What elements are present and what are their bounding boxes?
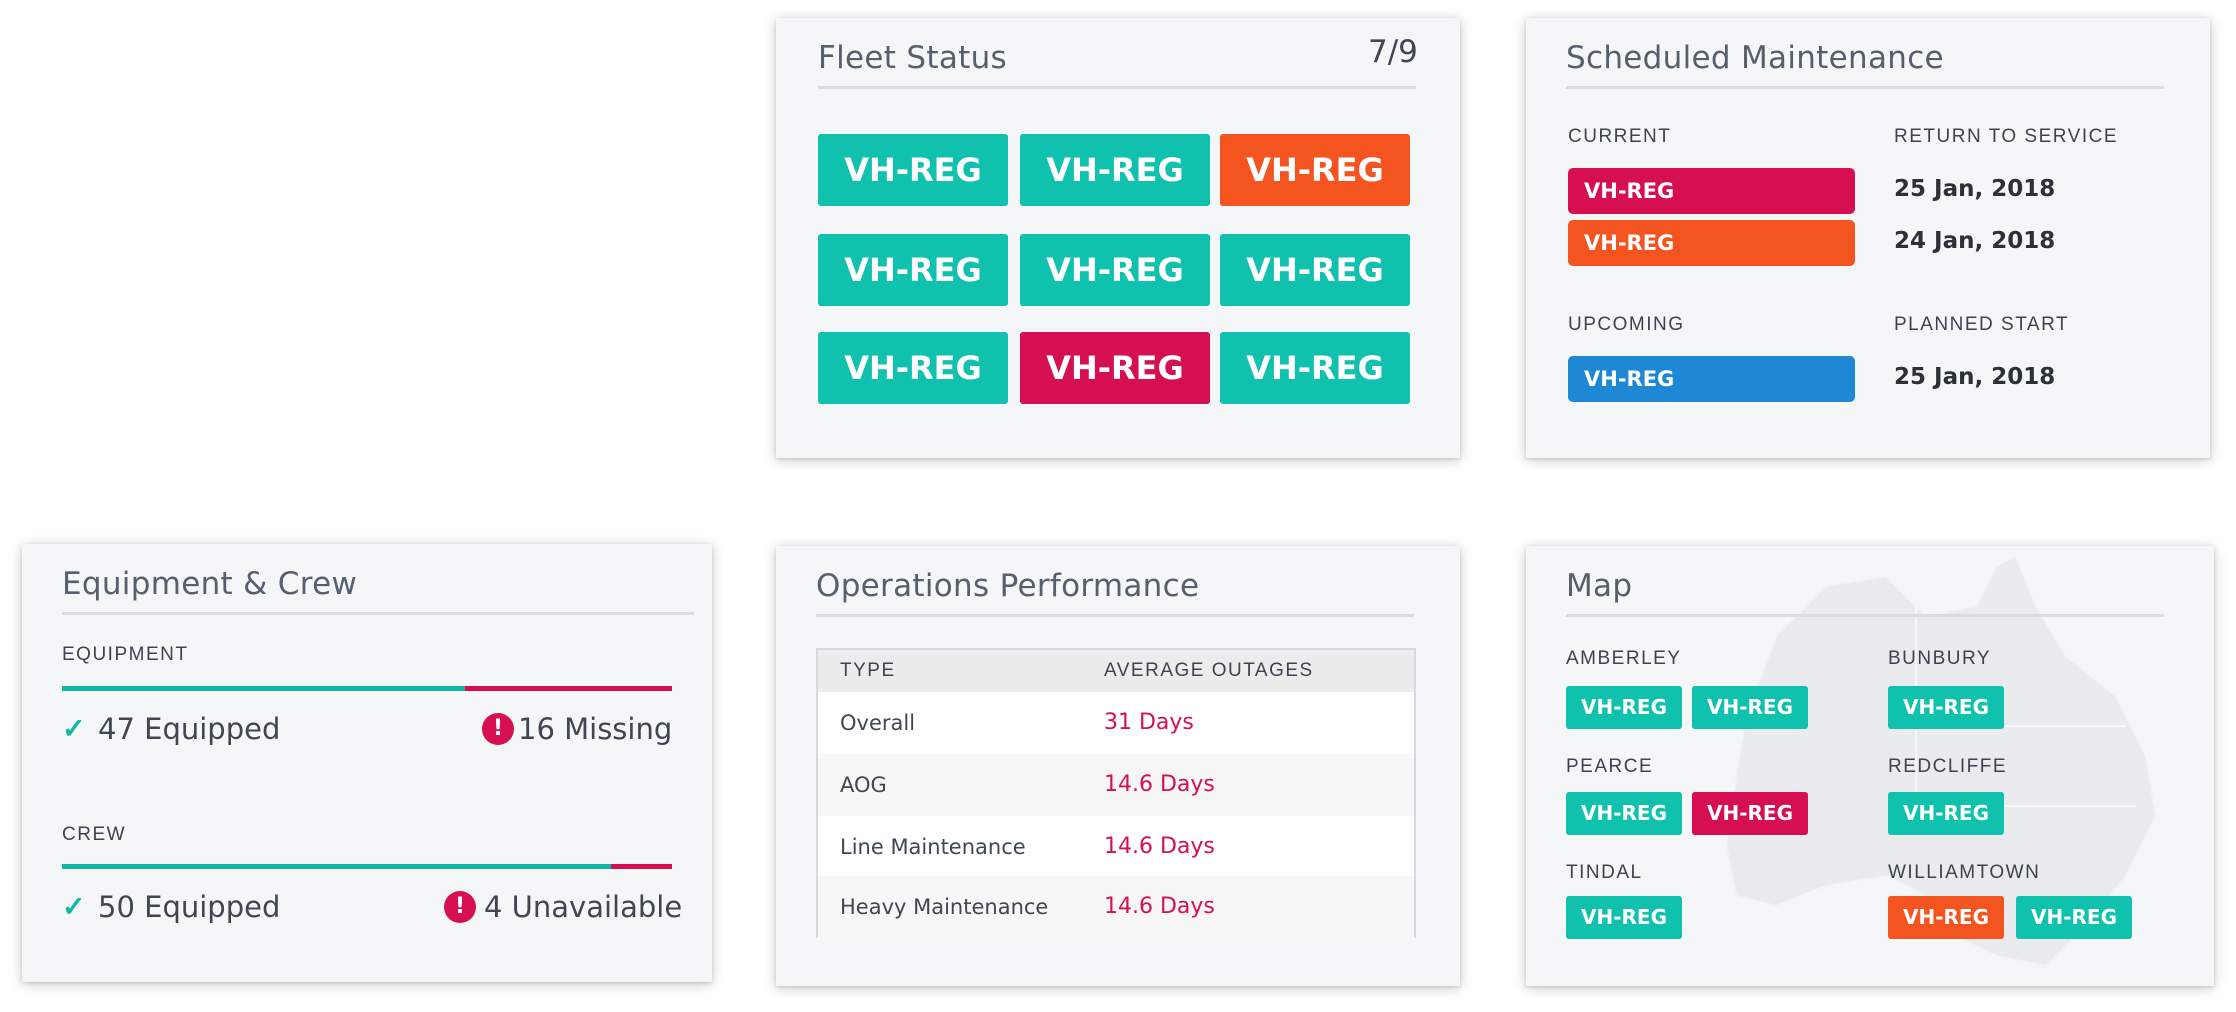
row-type: AOG — [840, 773, 887, 797]
upcoming-label: UPCOMING — [1568, 314, 1685, 335]
table-header: TYPE AVERAGE OUTAGES — [818, 650, 1414, 692]
location-label: AMBERLEY — [1566, 648, 1682, 669]
row-value: 14.6 Days — [1104, 834, 1215, 859]
fleet-tile[interactable]: VH-REG — [1220, 134, 1410, 206]
return-to-service-label: RETURN TO SERVICE — [1894, 126, 2118, 147]
title-divider — [62, 612, 694, 615]
map-tile[interactable]: VH-REG — [1888, 896, 2004, 939]
fleet-tile[interactable]: VH-REG — [1220, 332, 1410, 404]
map-tile[interactable]: VH-REG — [1888, 792, 2004, 835]
crew-label: CREW — [62, 824, 127, 845]
equipment-equipped-text: 47 Equipped — [98, 712, 281, 746]
check-icon: ✓ — [62, 713, 86, 744]
map-tile[interactable]: VH-REG — [1692, 792, 1808, 835]
table-row[interactable]: Heavy Maintenance 14.6 Days — [818, 876, 1414, 938]
row-value: 14.6 Days — [1104, 894, 1215, 919]
maintenance-current-tile[interactable]: VH-REG — [1568, 168, 1855, 214]
row-value: 31 Days — [1104, 710, 1194, 735]
crew-unavailable-bar — [611, 864, 672, 869]
location-label: TINDAL — [1566, 862, 1643, 883]
title-divider — [816, 614, 1414, 617]
equipment-crew-card: Equipment & Crew EQUIPMENT ✓ 47 Equipped… — [22, 544, 712, 982]
location-label: BUNBURY — [1888, 648, 1992, 669]
equipment-label: EQUIPMENT — [62, 644, 189, 665]
fleet-tile[interactable]: VH-REG — [1020, 234, 1210, 306]
map-tile[interactable]: VH-REG — [1566, 686, 1682, 729]
maintenance-upcoming-tile[interactable]: VH-REG — [1568, 356, 1855, 402]
location-label: REDCLIFFE — [1888, 756, 2008, 777]
return-date: 25 Jan, 2018 — [1894, 176, 2056, 202]
table-row[interactable]: Line Maintenance 14.6 Days — [818, 816, 1414, 878]
map-card: Map AMBERLEY VH-REG VH-REG BUNBURY VH-RE… — [1526, 546, 2214, 986]
column-header-type: TYPE — [840, 660, 896, 681]
operations-performance-card: Operations Performance TYPE AVERAGE OUTA… — [776, 546, 1460, 986]
row-type: Line Maintenance — [840, 835, 1026, 859]
return-date: 24 Jan, 2018 — [1894, 228, 2056, 254]
planned-start-label: PLANNED START — [1894, 314, 2070, 335]
alert-icon: ! — [444, 891, 476, 923]
map-tile[interactable]: VH-REG — [1566, 792, 1682, 835]
title-divider — [1566, 614, 2164, 617]
equipment-equipped-bar — [62, 686, 465, 691]
operations-performance-title: Operations Performance — [816, 568, 1200, 604]
title-divider — [1566, 86, 2164, 89]
fleet-status-card: Fleet Status 7/9 VH-REG VH-REG VH-REG VH… — [776, 18, 1460, 458]
fleet-tile[interactable]: VH-REG — [818, 332, 1008, 404]
crew-equipped-text: 50 Equipped — [98, 890, 281, 924]
title-divider — [818, 86, 1416, 89]
fleet-tile[interactable]: VH-REG — [1020, 134, 1210, 206]
row-type: Overall — [840, 711, 916, 735]
operations-table: TYPE AVERAGE OUTAGES Overall 31 Days AOG… — [816, 648, 1416, 938]
row-value: 14.6 Days — [1104, 772, 1215, 797]
scheduled-maintenance-card: Scheduled Maintenance CURRENT RETURN TO … — [1526, 18, 2210, 458]
map-tile[interactable]: VH-REG — [1888, 686, 2004, 729]
map-title: Map — [1566, 568, 1633, 604]
equipment-missing-bar — [464, 686, 672, 691]
scheduled-maintenance-title: Scheduled Maintenance — [1566, 40, 1944, 76]
map-tile[interactable]: VH-REG — [2016, 896, 2132, 939]
fleet-tile[interactable]: VH-REG — [818, 234, 1008, 306]
planned-start-date: 25 Jan, 2018 — [1894, 364, 2056, 390]
column-header-average-outages: AVERAGE OUTAGES — [1104, 660, 1314, 681]
maintenance-current-tile[interactable]: VH-REG — [1568, 220, 1855, 266]
crew-unavailable-text: 4 Unavailable — [484, 890, 683, 924]
equipment-missing-text: 16 Missing — [518, 712, 673, 746]
equipment-crew-title: Equipment & Crew — [62, 566, 358, 602]
fleet-tile[interactable]: VH-REG — [1020, 332, 1210, 404]
map-tile[interactable]: VH-REG — [1692, 686, 1808, 729]
table-row[interactable]: AOG 14.6 Days — [818, 754, 1414, 816]
fleet-tile[interactable]: VH-REG — [1220, 234, 1410, 306]
alert-icon: ! — [482, 713, 514, 745]
row-type: Heavy Maintenance — [840, 895, 1049, 919]
fleet-status-count: 7/9 — [1368, 34, 1418, 70]
current-label: CURRENT — [1568, 126, 1672, 147]
check-icon: ✓ — [62, 891, 86, 922]
location-label: WILLIAMTOWN — [1888, 862, 2041, 883]
fleet-status-title: Fleet Status — [818, 40, 1007, 76]
map-tile[interactable]: VH-REG — [1566, 896, 1682, 939]
table-row[interactable]: Overall 31 Days — [818, 692, 1414, 754]
crew-equipped-bar — [62, 864, 611, 869]
fleet-tile[interactable]: VH-REG — [818, 134, 1008, 206]
location-label: PEARCE — [1566, 756, 1654, 777]
